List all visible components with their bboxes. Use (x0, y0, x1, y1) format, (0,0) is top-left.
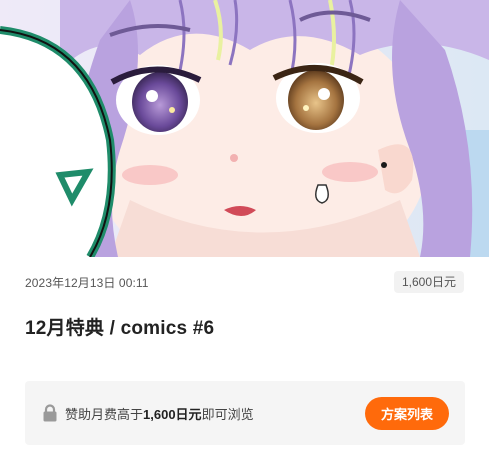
locked-content-box: 赞助月费高于1,600日元即可浏览 方案列表 (25, 381, 465, 445)
post-thumbnail[interactable] (0, 0, 489, 257)
post-card[interactable]: 2023年12月13日 00:11 1,600日元 12月特典 / comics… (0, 0, 489, 469)
lock-icon (43, 404, 57, 422)
locked-message: 赞助月费高于1,600日元即可浏览 (65, 404, 365, 423)
post-meta: 2023年12月13日 00:11 1,600日元 (25, 270, 464, 294)
post-date: 2023年12月13日 00:11 (25, 275, 149, 290)
plans-list-button[interactable]: 方案列表 (364, 396, 449, 430)
locked-message-suffix: 即可浏览 (201, 406, 254, 422)
locked-message-prefix: 赞助月费高于 (65, 406, 144, 422)
price-badge: 1,600日元 (393, 271, 464, 293)
locked-message-amount: 1,600日元 (143, 406, 202, 422)
thumbnail-illustration (0, 0, 489, 257)
post-title[interactable]: 12月特典 / comics #6 (25, 313, 214, 340)
